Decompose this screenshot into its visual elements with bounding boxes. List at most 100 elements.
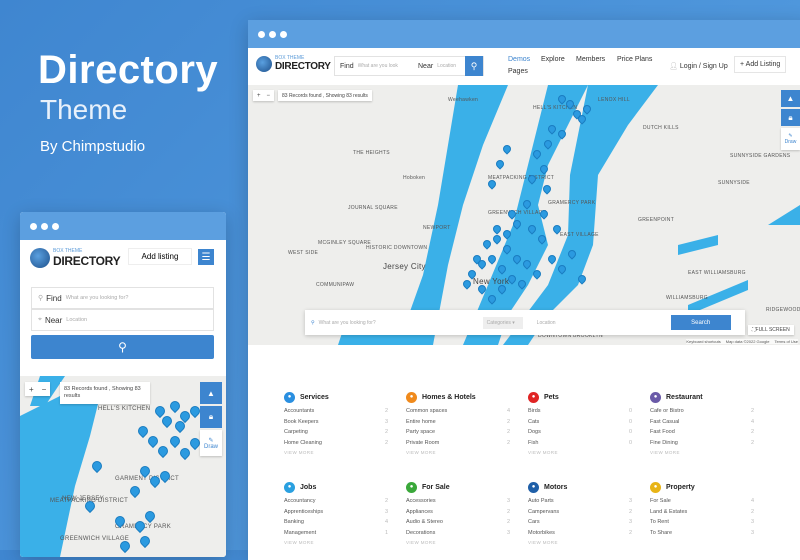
find-field[interactable]: FindWhat are you looking for? xyxy=(335,63,413,70)
view-more-link[interactable]: VIEW MORE xyxy=(650,450,760,455)
category-header[interactable]: ● Jobs xyxy=(284,481,394,493)
map-label: GRAMERCY PARK xyxy=(548,200,596,206)
map-search-button[interactable]: Search xyxy=(670,315,731,330)
logo[interactable]: BOX THEME DIRECTORY xyxy=(256,56,331,72)
category-item[interactable]: Common spaces 4 xyxy=(406,408,516,419)
category-item[interactable]: Accountancy 2 xyxy=(284,498,394,509)
user-icon: 👤︎ xyxy=(669,63,680,70)
view-more-link[interactable]: VIEW MORE xyxy=(284,450,394,455)
category-item[interactable]: Management 1 xyxy=(284,530,394,541)
category-item[interactable]: Home Cleaning 2 xyxy=(284,440,394,451)
category-item[interactable]: Birds 0 xyxy=(528,408,638,419)
nav-pages[interactable]: Pages xyxy=(508,68,528,75)
zoom-in-button[interactable]: + xyxy=(29,385,34,394)
category-item[interactable]: Banking 4 xyxy=(284,519,394,530)
item-label: Accountancy xyxy=(284,498,316,504)
map[interactable]: Weehawken HELL'S KITCHEN LENOX HILL DUTCH K… xyxy=(248,85,800,345)
nav-members[interactable]: Members xyxy=(576,56,605,63)
category-item[interactable]: Cars 3 xyxy=(528,519,638,530)
map-arrow-button[interactable]: ▲ xyxy=(200,382,222,404)
category-item[interactable]: Fine Dining 2 xyxy=(650,440,760,451)
view-more-link[interactable]: VIEW MORE xyxy=(406,540,516,545)
item-count: 1 xyxy=(384,529,388,536)
zoom-out-button[interactable]: − xyxy=(267,93,271,99)
category-item[interactable]: Fish 0 xyxy=(528,440,638,451)
fullscreen-button[interactable]: ⛶ FULL SCREEN xyxy=(748,325,794,335)
shortcuts-link[interactable]: Keyboard shortcuts xyxy=(686,339,720,344)
category-header[interactable]: ● For Sale xyxy=(406,481,516,493)
map-label: THE HEIGHTS xyxy=(353,150,390,156)
map-lock-button[interactable]: 🔒︎ xyxy=(781,109,800,126)
category-item[interactable]: To Share 3 xyxy=(650,530,760,541)
category-header[interactable]: ● Motors xyxy=(528,481,638,493)
nav-explore[interactable]: Explore xyxy=(541,56,565,63)
item-count: 2 xyxy=(506,429,510,436)
nav-demos[interactable]: Demos xyxy=(508,56,530,63)
terms-link[interactable]: Terms of Use xyxy=(774,339,798,344)
near-field[interactable]: Near Location xyxy=(413,63,465,70)
view-more-link[interactable]: VIEW MORE xyxy=(528,540,638,545)
category-item[interactable]: Private Room 2 xyxy=(406,440,516,451)
categories-select[interactable]: Categories ▾ xyxy=(482,316,523,329)
item-count: 4 xyxy=(750,498,754,504)
map-arrow-button[interactable]: ▲ xyxy=(781,90,800,107)
add-listing-button[interactable]: Add listing xyxy=(128,248,192,265)
add-listing-button[interactable]: + Add Listing xyxy=(734,56,787,73)
item-count: 2 xyxy=(750,439,754,446)
find-field[interactable]: ⚲ Find What are you looking for? xyxy=(31,287,214,309)
category-item[interactable]: Appliances 2 xyxy=(406,509,516,520)
category-item[interactable]: To Rent 3 xyxy=(650,519,760,530)
category-header[interactable]: ● Restaurant xyxy=(650,391,760,403)
category-item[interactable]: Fast Casual 4 xyxy=(650,419,760,430)
category-item[interactable]: Book Keepers 3 xyxy=(284,419,394,430)
category-item[interactable]: Land & Estates 2 xyxy=(650,509,760,520)
view-more-link[interactable]: VIEW MORE xyxy=(284,540,394,545)
category-item[interactable]: Accountants 2 xyxy=(284,408,394,419)
category-item[interactable]: Cafe or Bistro 2 xyxy=(650,408,760,419)
category-item[interactable]: Entire home 2 xyxy=(406,419,516,430)
zoom-in-button[interactable]: + xyxy=(257,93,261,99)
category-item[interactable]: Carpeting 2 xyxy=(284,429,394,440)
category-header[interactable]: ● Services xyxy=(284,391,394,403)
logo[interactable]: BOX THEME DIRECTORY xyxy=(30,248,121,268)
view-more-link[interactable]: VIEW MORE xyxy=(528,450,638,455)
category-item[interactable]: Party space 2 xyxy=(406,429,516,440)
login-link[interactable]: 👤︎ Login / Sign Up xyxy=(669,62,728,70)
category-item[interactable]: Fast Food 2 xyxy=(650,429,760,440)
category-item[interactable]: Motorbikes 2 xyxy=(528,530,638,541)
near-field[interactable]: ⌖ Near Location xyxy=(31,309,214,331)
zoom-out-button[interactable]: − xyxy=(42,385,47,394)
menu-button[interactable]: ☰ xyxy=(198,249,214,265)
category-item[interactable]: Decorations 3 xyxy=(406,530,516,541)
category-header[interactable]: ● Homes & Hotels xyxy=(406,391,516,403)
category-item[interactable]: For Sale 4 xyxy=(650,498,760,509)
category-header[interactable]: ● Property xyxy=(650,481,760,493)
category-item[interactable]: Accessories 3 xyxy=(406,498,516,509)
map-lock-button[interactable]: 🔒︎ xyxy=(200,406,222,428)
category-item[interactable]: Campervans 2 xyxy=(528,509,638,520)
category-homes-hotels: ● Homes & Hotels Common spaces 4 Entire home… xyxy=(406,391,516,455)
draw-button[interactable]: ✎ Draw xyxy=(781,128,800,150)
category-item[interactable]: Audio & Stereo 2 xyxy=(406,519,516,530)
category-title: Restaurant xyxy=(666,393,703,401)
item-count: 2 xyxy=(506,519,510,526)
search-button[interactable]: ⚲ xyxy=(465,56,483,76)
location-input[interactable]: Location xyxy=(527,320,667,326)
category-item[interactable]: Auto Parts 3 xyxy=(528,498,638,509)
category-header[interactable]: ● Pets xyxy=(528,391,638,403)
item-count: 4 xyxy=(506,408,510,414)
view-more-link[interactable]: VIEW MORE xyxy=(406,450,516,455)
search-button[interactable]: ⚲ xyxy=(31,335,214,359)
map-search-input[interactable]: What are you looking for? xyxy=(319,320,479,326)
item-count: 2 xyxy=(506,418,510,425)
category-item[interactable]: Cats 0 xyxy=(528,419,638,430)
item-count: 3 xyxy=(506,498,510,504)
nav-price-plans[interactable]: Price Plans xyxy=(617,56,652,63)
category-item[interactable]: Dogs 0 xyxy=(528,429,638,440)
near-label: Near xyxy=(418,62,434,70)
item-count: 4 xyxy=(384,519,388,526)
map-label: EAST VILLAGE xyxy=(560,232,599,238)
map[interactable]: HELL'S KITCHEN GARMENT DISTRICT NEW JERSEY… xyxy=(20,376,226,557)
category-item[interactable]: Apprenticeships 3 xyxy=(284,509,394,520)
draw-button[interactable]: ✎ Draw xyxy=(200,430,222,456)
